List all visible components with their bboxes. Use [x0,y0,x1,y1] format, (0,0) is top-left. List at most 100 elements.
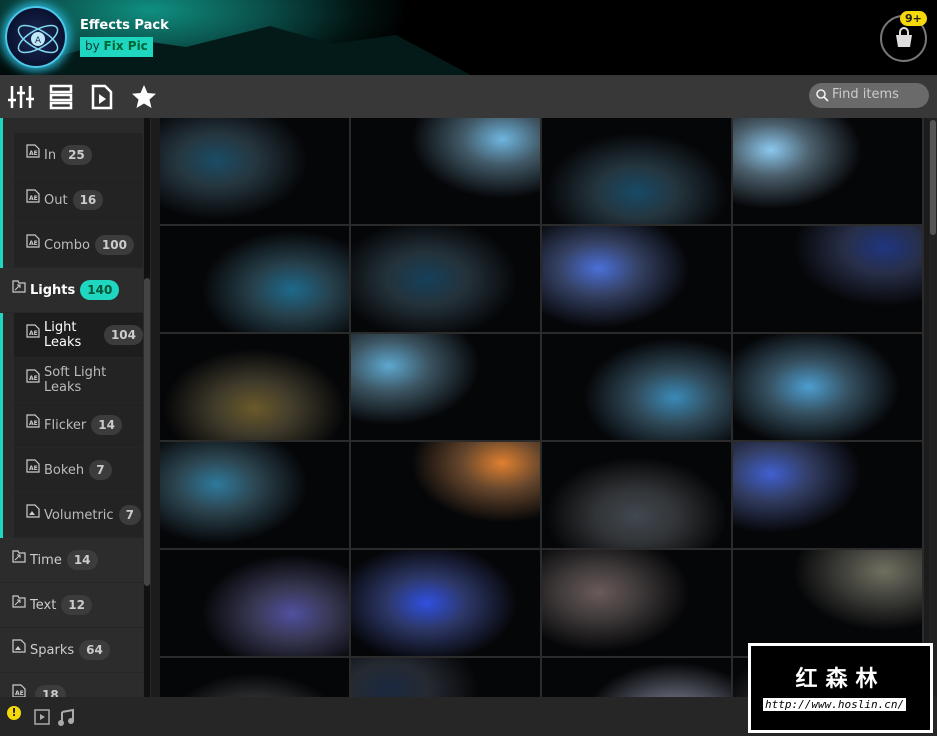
effect-thumbnail[interactable] [160,118,349,224]
app-title: Effects Pack [80,18,169,33]
effect-thumbnail[interactable] [542,442,731,548]
item-count-badge: 64 [79,640,110,660]
warning-icon[interactable]: ! [7,706,21,720]
ae-file-icon: AE [26,144,40,158]
sidebar-item-sparks[interactable]: Sparks 64 [0,628,143,673]
sidebar-item-more[interactable]: AE 18 [0,673,143,697]
ae-file-icon: AE [26,189,40,203]
svg-text:AE: AE [29,420,38,427]
sidebar-scrollbar-thumb[interactable] [144,278,150,586]
effect-thumbnail[interactable] [351,334,540,440]
effect-thumbnail[interactable] [351,226,540,332]
item-count-badge: 12 [61,595,92,615]
svg-text:AE: AE [29,375,38,382]
sidebar-item-time[interactable]: Time 14 [0,538,143,583]
effect-thumbnail[interactable] [160,334,349,440]
effect-thumbnail[interactable] [733,118,922,224]
effect-thumbnail[interactable] [160,658,349,697]
svg-text:AE: AE [29,240,38,247]
effect-thumbnail[interactable] [160,442,349,548]
author-badge[interactable]: by Fix Pic [80,37,153,57]
author-name: Fix Pic [103,39,148,53]
folder-icon [12,279,26,293]
effect-thumbnail[interactable] [351,442,540,548]
sidebar-item-label: Flicker [44,417,87,433]
ae-file-icon: AE [26,324,40,338]
search-input[interactable]: Find items [809,83,929,108]
folder-icon [12,594,26,608]
ae-file-icon: AE [26,369,40,383]
app-logo: A [5,6,67,68]
item-count-badge: 100 [94,235,134,255]
folder-icon [12,549,26,563]
effect-thumbnail[interactable] [351,550,540,656]
svg-text:AE: AE [29,150,38,157]
star-icon[interactable] [131,84,157,110]
ae-file-icon: AE [12,684,26,697]
effect-thumbnail[interactable] [542,118,731,224]
effect-thumbnail[interactable] [542,226,731,332]
effect-thumbnail[interactable] [542,658,731,697]
category-sidebar: AE In 25 AE Out 16 AE Combo 100 Lights 140 AE Light … [0,118,151,697]
effect-thumbnail[interactable] [160,550,349,656]
effect-thumbnail[interactable] [733,334,922,440]
effect-thumbnail[interactable] [733,550,922,656]
search-placeholder: Find items [832,87,899,102]
sidebar-item-label: Lights [30,282,76,298]
image-file-icon [12,639,26,653]
sliders-icon[interactable] [8,84,34,110]
svg-text:AE: AE [29,195,38,202]
shopping-bag-icon [896,27,912,47]
sidebar-item-soft-light-leaks[interactable]: AE Soft Light Leaks [14,358,143,403]
watermark-logo: 红森林 http://www.hoslin.cn/ [748,643,933,733]
video-file-icon[interactable] [90,84,116,110]
search-icon [816,89,829,102]
image-file-icon [26,504,40,518]
list-view-icon[interactable] [49,84,75,110]
sidebar-item-label: Light Leaks [44,320,82,350]
grid-scrollbar-thumb[interactable] [930,120,936,235]
video-icon[interactable] [34,709,50,725]
sidebar-item-in[interactable]: AE In 25 [14,133,143,178]
item-count-badge: 7 [89,460,112,480]
sidebar-item-label: Sparks [30,642,75,658]
ae-file-icon: AE [26,234,40,248]
item-count-badge: 7 [118,505,141,525]
sidebar-item-label: Bokeh [44,462,85,478]
item-count-badge: 16 [72,190,104,210]
sidebar-item-label: Soft Light Leaks [44,365,107,395]
sidebar-item-text[interactable]: Text 12 [0,583,143,628]
effect-thumbnail[interactable] [160,226,349,332]
sidebar-item-label: Text [30,597,57,613]
sidebar-item-label: Out [44,192,68,208]
sidebar-item-out[interactable]: AE Out 16 [14,178,143,223]
sidebar-item-label: Volumetric [44,507,114,523]
sidebar-item-light-leaks[interactable]: AE Light Leaks 104 [14,313,143,358]
item-count-badge: 25 [61,145,92,165]
sidebar-item-flicker[interactable]: AE Flicker 14 [14,403,143,448]
effect-thumbnail[interactable] [542,550,731,656]
sidebar-item-volumetric[interactable]: Volumetric 7 [14,493,143,538]
effect-thumbnail[interactable] [542,334,731,440]
music-icon[interactable] [57,708,75,726]
effect-thumbnail[interactable] [351,118,540,224]
sidebar-item-combo[interactable]: AE Combo 100 [14,223,143,268]
toolbar [0,75,937,118]
sidebar-item-label: Combo [44,237,90,253]
sidebar-item-lights[interactable]: Lights 140 [0,268,143,313]
ae-file-icon: AE [26,414,40,428]
sidebar-item-label: In [44,147,57,163]
item-count-badge: 140 [80,280,120,300]
sidebar-item-bokeh[interactable]: AE Bokeh 7 [14,448,143,493]
effect-thumbnail[interactable] [351,658,540,697]
sidebar-item-label: Time [30,552,62,568]
item-count-badge: 14 [91,415,122,435]
active-group-indicator [0,118,3,540]
by-label: by [85,39,100,53]
effect-thumbnail[interactable] [733,442,922,548]
item-count-badge: 18 [35,685,66,697]
thumbnail-grid [160,118,924,697]
effect-thumbnail[interactable] [733,226,922,332]
svg-text:AE: AE [29,465,38,472]
svg-text:AE: AE [15,690,24,697]
